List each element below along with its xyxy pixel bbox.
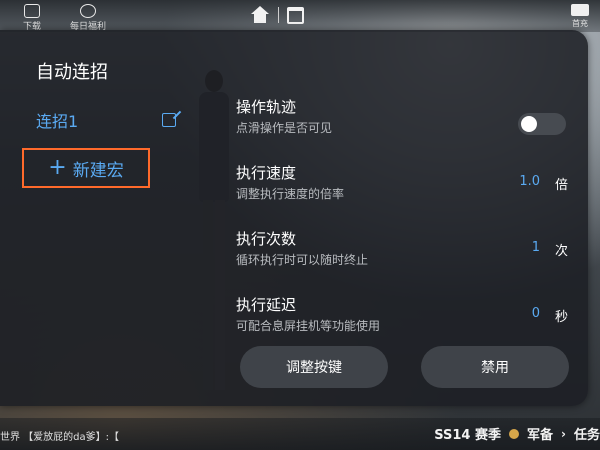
setting-desc: 调整执行速度的倍率 — [236, 187, 345, 201]
setting-delay[interactable]: 执行延迟 可配合息屏挂机等功能使用 0 秒 — [236, 294, 576, 338]
count-unit: 次 — [554, 244, 568, 259]
download-icon — [24, 4, 40, 18]
setting-title: 执行速度 — [236, 164, 297, 182]
setting-desc: 可配合息屏挂机等功能使用 — [236, 319, 381, 333]
daily-welfare-button[interactable]: 每日福利 — [68, 4, 108, 32]
edit-icon[interactable] — [162, 113, 176, 127]
delay-value[interactable]: 0 — [532, 306, 540, 321]
setting-speed[interactable]: 执行速度 调整执行速度的倍率 1.0 倍 — [236, 162, 576, 206]
new-macro-button[interactable]: + 新建宏 — [22, 148, 150, 188]
download-button[interactable]: 下载 — [12, 4, 52, 32]
season-button[interactable]: SS14 赛季 — [434, 424, 501, 443]
setting-desc: 点滑操作是否可见 — [236, 121, 333, 135]
calendar-icon[interactable] — [287, 6, 304, 24]
speed-unit: 倍 — [554, 178, 568, 193]
tasks-button[interactable]: 任务 — [574, 424, 600, 443]
macro-label: 连招1 — [36, 112, 79, 131]
new-macro-label: 新建宏 — [72, 160, 124, 181]
first-charge-label: 首充 — [572, 19, 588, 28]
delay-unit: 秒 — [554, 310, 568, 325]
armory-icon — [509, 428, 520, 439]
setting-desc: 循环执行时可以随时终止 — [236, 253, 369, 267]
setting-title: 执行次数 — [236, 230, 297, 248]
count-value[interactable]: 1 — [532, 240, 540, 255]
setting-count[interactable]: 执行次数 循环执行时可以随时终止 1 次 — [236, 228, 576, 272]
adjust-keys-button[interactable]: 调整按键 — [240, 346, 388, 388]
plus-icon: + — [48, 155, 67, 180]
setting-title: 操作轨迹 — [236, 98, 297, 116]
top-bar: 下载 每日福利 首充 — [0, 0, 600, 32]
panel-title: 自动连招 — [36, 62, 108, 83]
home-icon[interactable] — [250, 6, 270, 24]
divider — [278, 7, 279, 23]
mail-icon — [571, 4, 589, 16]
macro-item-combo1[interactable]: 连招1 — [36, 108, 176, 132]
world-chat-text[interactable]: 世界 【爱放屁的da爹】:【 — [0, 428, 119, 443]
speed-value[interactable]: 1.0 — [519, 174, 540, 189]
setting-title: 执行延迟 — [236, 296, 297, 314]
toggle-knob — [521, 116, 537, 132]
gift-icon — [80, 4, 96, 18]
armory-button[interactable]: 军备 — [527, 424, 553, 443]
trajectory-toggle[interactable] — [518, 113, 566, 135]
first-charge-button[interactable]: 首充 — [562, 4, 598, 29]
chevron-icon: › — [561, 426, 566, 441]
disable-button[interactable]: 禁用 — [421, 346, 569, 388]
